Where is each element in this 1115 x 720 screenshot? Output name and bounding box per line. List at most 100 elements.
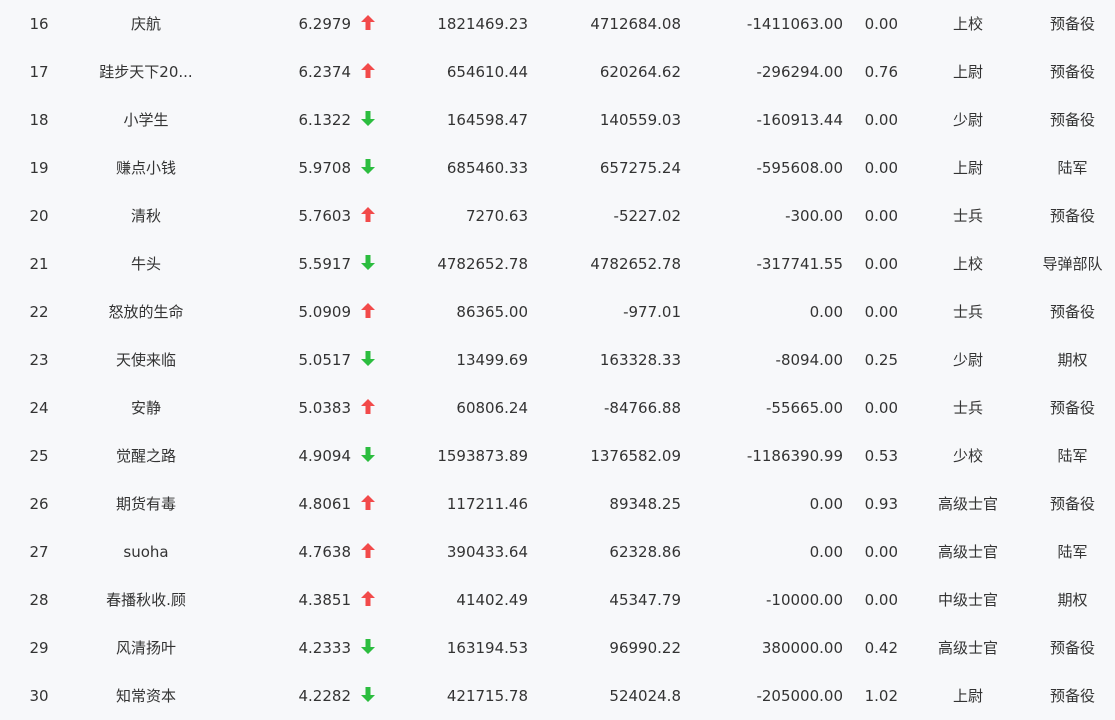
value-1-cell: 13499.69	[456, 351, 528, 369]
score-cell: 4.2282	[298, 687, 352, 705]
branch-cell: 陆军	[1057, 543, 1088, 561]
rank-cell: 22	[29, 303, 49, 321]
rank-cell: 24	[29, 399, 49, 417]
table-row[interactable]: 25 觉醒之路 4.9094 1593873.89 1376582.09 -1186390…	[0, 432, 1115, 480]
level-cell: 上尉	[952, 159, 983, 177]
score-cell: 6.2979	[298, 15, 352, 33]
arrow-down-icon	[358, 96, 380, 144]
branch-cell: 预备役	[1049, 15, 1095, 33]
value-4-cell: 0.00	[864, 255, 898, 273]
value-3-cell: 0.00	[809, 303, 843, 321]
value-1-cell: 1821469.23	[437, 15, 528, 33]
name-cell: 跬步天下20...	[99, 63, 193, 81]
table-row[interactable]: 23 天使来临 5.0517 13499.69 163328.33 -8094.00 0.2…	[0, 336, 1115, 384]
value-1-cell: 60806.24	[456, 399, 528, 417]
branch-cell: 预备役	[1049, 639, 1095, 657]
rank-cell: 28	[29, 591, 49, 609]
branch-cell: 期权	[1057, 591, 1088, 609]
table-row[interactable]: 19 赚点小钱 5.9708 685460.33 657275.24 -595608.00…	[0, 144, 1115, 192]
table-row[interactable]: 17 跬步天下20... 6.2374 654610.44 620264.62 -2962…	[0, 48, 1115, 96]
ranking-table: 16 庆航 6.2979 1821469.23 4712684.08 -1411063.0…	[0, 0, 1115, 720]
value-3-cell: 380000.00	[761, 639, 843, 657]
score-cell: 6.2374	[298, 63, 352, 81]
rank-cell: 26	[29, 495, 49, 513]
rank-cell: 17	[29, 63, 49, 81]
rank-cell: 19	[29, 159, 49, 177]
table-row[interactable]: 16 庆航 6.2979 1821469.23 4712684.08 -1411063.0…	[0, 0, 1115, 48]
level-cell: 高级士官	[937, 639, 998, 657]
level-cell: 上校	[952, 15, 983, 33]
level-cell: 少尉	[952, 111, 983, 129]
branch-cell: 预备役	[1049, 111, 1095, 129]
score-cell: 4.3851	[298, 591, 352, 609]
table-row[interactable]: 27 suoha 4.7638 390433.64 62328.86 0.00 0.00 高级…	[0, 528, 1115, 576]
table-row[interactable]: 26 期货有毒 4.8061 117211.46 89348.25 0.00 0.93 高级士…	[0, 480, 1115, 528]
rank-cell: 27	[29, 543, 49, 561]
value-2-cell: -84766.88	[604, 399, 681, 417]
value-4-cell: 1.02	[864, 687, 898, 705]
score-cell: 4.9094	[298, 447, 352, 465]
value-3-cell: -1186390.99	[746, 447, 843, 465]
value-2-cell: 96990.22	[609, 639, 681, 657]
table-row[interactable]: 29 风清扬叶 4.2333 163194.53 96990.22 380000.00 0.…	[0, 624, 1115, 672]
level-cell: 少尉	[952, 351, 983, 369]
value-1-cell: 421715.78	[446, 687, 528, 705]
value-4-cell: 0.00	[864, 543, 898, 561]
name-cell: 知常资本	[115, 687, 176, 705]
table-row[interactable]: 20 清秋 5.7603 7270.63 -5227.02 -300.00 0.00 士兵 预备…	[0, 192, 1115, 240]
table-row[interactable]: 24 安静 5.0383 60806.24 -84766.88 -55665.00 0.00…	[0, 384, 1115, 432]
branch-cell: 预备役	[1049, 399, 1095, 417]
level-cell: 士兵	[952, 399, 983, 417]
table-row[interactable]: 28 春播秋收.顾 4.3851 41402.49 45347.79 -10000.00 0…	[0, 576, 1115, 624]
value-4-cell: 0.00	[864, 591, 898, 609]
value-2-cell: -977.01	[623, 303, 681, 321]
arrow-down-icon	[358, 240, 380, 288]
value-2-cell: 163328.33	[599, 351, 681, 369]
value-1-cell: 117211.46	[446, 495, 528, 513]
value-1-cell: 7270.63	[465, 207, 528, 225]
value-1-cell: 654610.44	[446, 63, 528, 81]
value-4-cell: 0.00	[864, 303, 898, 321]
table-row[interactable]: 22 怒放的生命 5.0909 86365.00 -977.01 0.00 0.00 士兵 预备…	[0, 288, 1115, 336]
rank-cell: 21	[29, 255, 49, 273]
arrow-up-icon	[358, 0, 380, 48]
branch-cell: 预备役	[1049, 303, 1095, 321]
level-cell: 高级士官	[937, 495, 998, 513]
value-2-cell: 657275.24	[599, 159, 681, 177]
value-2-cell: 62328.86	[609, 543, 681, 561]
table-row[interactable]: 18 小学生 6.1322 164598.47 140559.03 -160913.44 0…	[0, 96, 1115, 144]
value-2-cell: 45347.79	[609, 591, 681, 609]
arrow-down-icon	[358, 144, 380, 192]
value-1-cell: 163194.53	[446, 639, 528, 657]
arrow-up-icon	[358, 528, 380, 576]
arrow-up-icon	[358, 288, 380, 336]
score-cell: 4.7638	[298, 543, 352, 561]
arrow-up-icon	[358, 576, 380, 624]
value-3-cell: -1411063.00	[746, 15, 843, 33]
arrow-up-icon	[358, 48, 380, 96]
value-4-cell: 0.00	[864, 111, 898, 129]
table-row[interactable]: 30 知常资本 4.2282 421715.78 524024.8 -205000.00 1…	[0, 672, 1115, 720]
value-1-cell: 390433.64	[446, 543, 528, 561]
name-cell: 牛头	[130, 255, 161, 273]
score-cell: 4.2333	[298, 639, 352, 657]
level-cell: 上校	[952, 255, 983, 273]
rank-cell: 20	[29, 207, 49, 225]
value-3-cell: -8094.00	[775, 351, 843, 369]
value-4-cell: 0.00	[864, 15, 898, 33]
rank-cell: 29	[29, 639, 49, 657]
score-cell: 5.7603	[298, 207, 352, 225]
value-4-cell: 0.00	[864, 399, 898, 417]
value-2-cell: -5227.02	[613, 207, 681, 225]
score-cell: 5.0909	[298, 303, 352, 321]
name-cell: suoha	[123, 543, 169, 561]
score-cell: 5.9708	[298, 159, 352, 177]
table-row[interactable]: 21 牛头 5.5917 4782652.78 4782652.78 -317741.55…	[0, 240, 1115, 288]
name-cell: 期货有毒	[115, 495, 176, 513]
value-2-cell: 4782652.78	[590, 255, 681, 273]
branch-cell: 期权	[1057, 351, 1088, 369]
value-1-cell: 1593873.89	[437, 447, 528, 465]
name-cell: 风清扬叶	[115, 639, 176, 657]
arrow-up-icon	[358, 384, 380, 432]
value-3-cell: -10000.00	[766, 591, 843, 609]
